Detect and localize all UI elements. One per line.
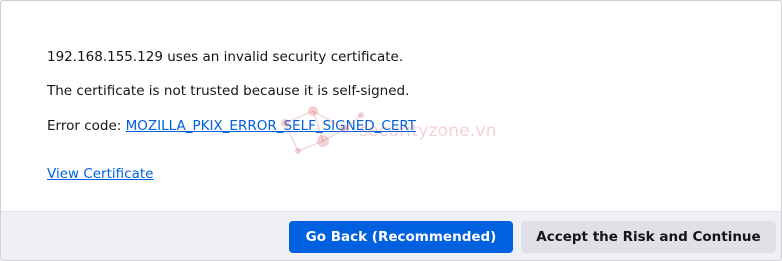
go-back-button[interactable]: Go Back (Recommended): [289, 221, 513, 253]
error-code-link[interactable]: MOZILLA_PKIX_ERROR_SELF_SIGNED_CERT: [126, 118, 416, 134]
view-certificate-link[interactable]: View Certificate: [47, 165, 153, 183]
error-code-line: Error code: MOZILLA_PKIX_ERROR_SELF_SIGN…: [47, 117, 416, 135]
action-bar: Go Back (Recommended) Accept the Risk an…: [1, 211, 781, 260]
self-signed-reason: The certificate is not trusted because i…: [47, 83, 410, 99]
error-code-label: Error code:: [47, 118, 126, 134]
error-details: 192.168.155.129 uses an invalid security…: [1, 1, 781, 211]
invalid-certificate-message: 192.168.155.129 uses an invalid security…: [47, 49, 404, 65]
accept-risk-button[interactable]: Accept the Risk and Continue: [521, 221, 776, 253]
certificate-error-panel: 192.168.155.129 uses an invalid security…: [0, 0, 782, 261]
